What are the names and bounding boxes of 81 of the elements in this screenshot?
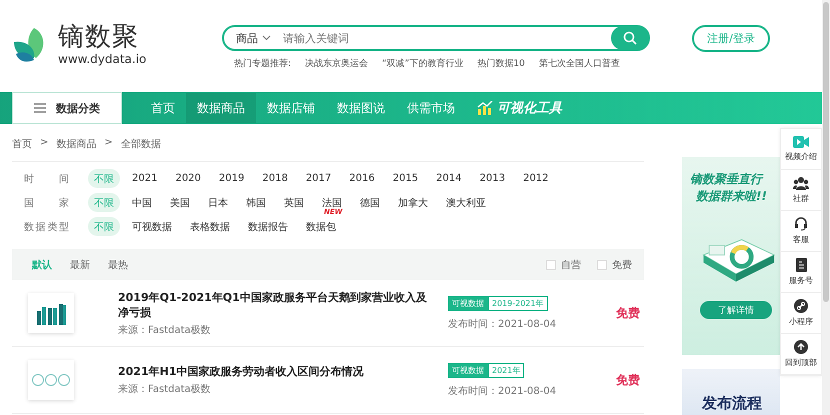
document-icon [796, 258, 806, 272]
headset-icon [794, 217, 808, 231]
float-menu-item[interactable]: 社群 [781, 170, 821, 211]
filter-option[interactable]: 2015 [386, 169, 424, 188]
filter-option[interactable]: 韩国 [240, 193, 272, 212]
filter-option[interactable]: 2013 [474, 169, 512, 188]
filter-option[interactable]: 可视数据 [126, 217, 178, 236]
filter-option[interactable]: 加拿大 [392, 193, 434, 212]
process-banner[interactable]: 发布流程 [682, 369, 780, 415]
filter-option[interactable]: 数据包 [300, 217, 342, 236]
search-button[interactable] [611, 26, 649, 50]
filter-option[interactable]: 2019 [212, 169, 250, 188]
logo-url: www.dydata.io [58, 52, 146, 66]
hot-topic-link[interactable]: 决战东京奥运会 [305, 57, 368, 70]
float-menu-item[interactable]: 回到顶部 [781, 334, 821, 375]
logo-text: 镝数聚 [58, 22, 140, 52]
banner-headline: 镝数聚垂直行 [690, 171, 762, 188]
hot-topics-label: 热门专题推荐: [234, 58, 292, 70]
category-menu-button[interactable]: 数据分类 [12, 92, 122, 124]
breadcrumb-link[interactable]: 首页 [12, 137, 32, 151]
filter-option[interactable]: 英国 [278, 193, 310, 212]
sort-tab[interactable]: 最热 [108, 258, 128, 272]
checkbox[interactable] [597, 260, 607, 270]
filter-label: 国 家 [24, 196, 69, 210]
filter-option[interactable]: 美国 [164, 193, 196, 212]
breadcrumb-link[interactable]: 数据商品 [56, 137, 96, 151]
item-source: 来源：Fastdata极数 [118, 324, 212, 336]
filter-label: 数据类型 [24, 220, 69, 234]
filter-option[interactable]: 表格数据 [184, 217, 236, 236]
float-menu-item[interactable]: 视频介绍 [781, 129, 821, 170]
data-type-tag: 可视数据 [448, 362, 488, 378]
checkbox[interactable] [546, 260, 556, 270]
publish-date: 发布时间：2021-08-04 [448, 384, 558, 398]
hot-topic-link[interactable]: 第七次全国人口普查 [538, 57, 620, 70]
item-source: 来源：Fastdata极数 [118, 382, 212, 396]
video-camera-icon [793, 136, 809, 148]
banner-headline: 数据群来啦!! [696, 188, 767, 205]
item-title[interactable]: 2021年H1中国家政服务劳动者收入区间分布情况 [118, 364, 428, 379]
item-price: 免费 [616, 372, 640, 388]
filter-option[interactable]: 日本 [202, 193, 234, 212]
filter-option[interactable]: 2021 [126, 169, 164, 188]
item-price: 免费 [616, 304, 640, 322]
float-menu-item[interactable]: 客服 [781, 211, 821, 252]
breadcrumb-separator: > [104, 137, 113, 150]
filter-option[interactable]: 中国 [126, 193, 158, 212]
filter-option[interactable]: 澳大利亚 [440, 193, 492, 212]
publish-date: 发布时间：2021-08-04 [448, 318, 558, 330]
link-icon [794, 299, 808, 313]
arrow-up-icon [794, 340, 808, 354]
float-menu-item[interactable]: 小程序 [781, 293, 821, 334]
hot-topic-link[interactable]: “双减”下的教育行业 [382, 57, 464, 70]
donut-chart-thumbnail [31, 373, 71, 387]
filter-option[interactable]: 数据报告 [242, 217, 294, 236]
checkbox-label: 自营 [561, 258, 581, 272]
filter-option[interactable]: 2017 [300, 169, 338, 188]
scrollbar-thumb[interactable] [823, 2, 829, 302]
sort-tab[interactable]: 最新 [70, 258, 90, 272]
chevron-down-icon [262, 35, 271, 41]
banner-headline: 发布流程 [702, 394, 762, 413]
item-title[interactable]: 2019年Q1-2021年Q1中国家政服务平台天鹅到家营业收入及净亏损 [118, 290, 428, 320]
filter-label: 时 间 [24, 172, 69, 186]
people-icon [793, 176, 809, 190]
filter-option[interactable]: 2016 [343, 169, 381, 188]
data-type-tag: 可视数据 [448, 296, 488, 310]
search-icon [623, 31, 637, 45]
filter-option[interactable]: 2014 [430, 169, 468, 188]
filter-option[interactable]: 2018 [256, 169, 294, 188]
category-dropdown[interactable]: 商品 [236, 30, 271, 46]
breadcrumb-separator: > [40, 137, 48, 150]
search-field[interactable]: 商品 请输入关键词 [222, 25, 650, 51]
menu-icon [34, 103, 46, 113]
year-range-tag: 2019-2021年 [488, 296, 548, 310]
hot-topic-link[interactable]: 热门数据10 [477, 57, 525, 70]
filter-option[interactable]: 2020 [169, 169, 207, 188]
year-range-tag: 2021年 [488, 362, 524, 378]
float-menu-item[interactable]: 服务号 [781, 252, 821, 293]
breadcrumb-link[interactable]: 全部数据 [120, 137, 161, 151]
filter-option[interactable]: 2012 [517, 169, 555, 188]
bar-chart-icon [477, 101, 493, 115]
filter-option[interactable]: 德国 [354, 193, 386, 212]
checkbox-label: 免费 [612, 258, 632, 272]
